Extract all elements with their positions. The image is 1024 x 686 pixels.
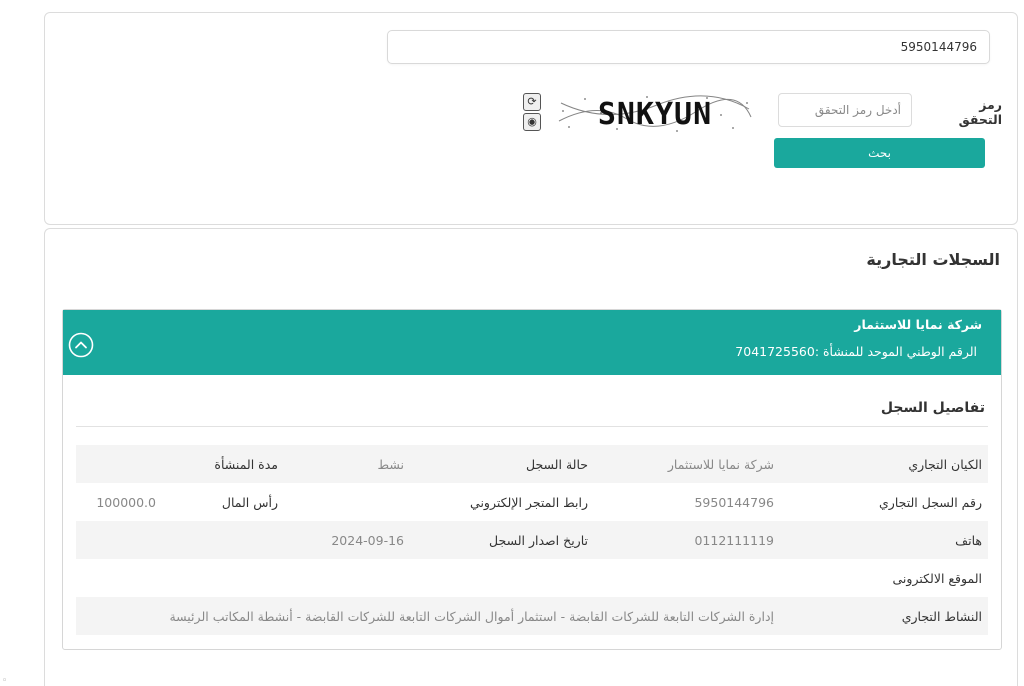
chevron-up-icon[interactable] (68, 332, 94, 358)
details-value (76, 445, 162, 483)
search-input[interactable]: 5950144796 (387, 30, 990, 64)
details-value: 0112111119 (694, 532, 774, 548)
corner-mark: ◦ (2, 676, 8, 686)
details-label: مدة المنشأة (214, 456, 278, 472)
table-row: الكيان التجاري شركة نمايا للاستثمار حالة… (76, 445, 988, 483)
company-card: شركة نمايا للاستثمار الرقم الوطني الموحد… (62, 309, 1002, 650)
table-row: رقم السجل التجاري 5950144796 رابط المتجر… (76, 483, 988, 521)
details-label (162, 559, 284, 597)
details-label: حالة السجل (526, 456, 588, 472)
details-title: تفاصيل السجل (880, 400, 985, 416)
details-label: تاريخ اصدار السجل (489, 532, 588, 548)
captcha-input[interactable]: أدخل رمز التحقق (778, 93, 912, 127)
table-row: هاتف 0112111119 تاريخ اصدار السجل 2024-0… (76, 521, 988, 559)
audio-captcha-icon[interactable]: ◉ (523, 113, 541, 131)
details-value (76, 521, 162, 559)
activity-label: النشاط التجاري (901, 608, 982, 624)
details-label: رقم السجل التجاري (879, 494, 982, 510)
national-id: الرقم الوطني الموحد للمنشأة :7041725560 (735, 344, 977, 359)
details-label: الموقع الالكترونى (892, 570, 982, 586)
table-row: الموقع الالكترونى (76, 559, 988, 597)
details-table: الكيان التجاري شركة نمايا للاستثمار حالة… (76, 445, 988, 635)
details-label (410, 559, 594, 597)
details-value: شركة نمايا للاستثمار (667, 456, 774, 472)
details-value[interactable] (284, 483, 410, 521)
details-label: رابط المتجر الإلكتروني (470, 494, 588, 510)
captcha-text: SNKYUN (598, 97, 712, 132)
captcha-controls: ⟳ ◉ (523, 93, 543, 133)
captcha-label: رمز التحقق (958, 97, 1002, 127)
search-panel: 5950144796 رمز التحقق أدخل رمز التحقق SN… (44, 12, 1018, 225)
details-label: رأس المال (221, 494, 278, 510)
details-label (162, 521, 284, 559)
details-value (76, 559, 162, 597)
details-value: 2024-09-16 (331, 532, 404, 548)
details-label: هاتف (955, 532, 982, 548)
details-divider (76, 426, 988, 427)
results-title: السجلات التجارية (866, 250, 1000, 269)
details-label: الكيان التجاري (908, 456, 982, 472)
table-row: النشاط التجاري إدارة الشركات التابعة للش… (76, 597, 988, 635)
details-value (284, 559, 410, 597)
details-value[interactable] (594, 559, 780, 597)
company-name: شركة نمايا للاستثمار (854, 317, 982, 332)
search-button[interactable]: بحث (774, 138, 985, 168)
activity-value: إدارة الشركات التابعة للشركات القابضة - … (169, 608, 774, 624)
captcha-image: SNKYUN (558, 95, 752, 132)
details-value: 5950144796 (694, 494, 774, 510)
results-panel: السجلات التجارية شركة نمايا للاستثمار ال… (44, 228, 1018, 686)
company-card-header[interactable]: شركة نمايا للاستثمار الرقم الوطني الموحد… (63, 310, 1001, 375)
details-value: نشط (377, 456, 405, 472)
refresh-captcha-icon[interactable]: ⟳ (523, 93, 541, 111)
details-value: 100000.0 (96, 494, 156, 510)
